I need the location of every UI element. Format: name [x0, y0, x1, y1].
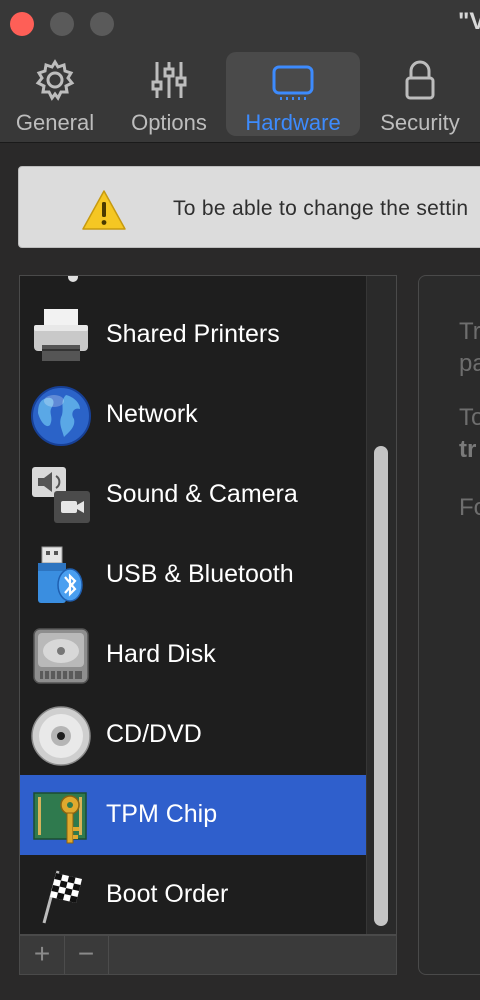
tab-hardware[interactable]: Hardware — [226, 52, 360, 136]
detail-text-line: To — [459, 404, 480, 431]
usb-bluetooth-icon — [38, 546, 83, 603]
hardware-icon — [272, 65, 314, 100]
gear-icon — [35, 59, 75, 101]
device-item-network[interactable]: Network — [20, 375, 366, 455]
tab-security-label: Security — [380, 110, 460, 135]
minimize-window-button[interactable] — [50, 12, 74, 36]
device-detail-panel: Tr pa To tr Fo — [418, 275, 480, 975]
detail-text-line: pa — [459, 350, 480, 377]
tab-general-label: General — [15, 110, 95, 135]
device-item-sound-camera[interactable]: Sound & Camera — [20, 455, 366, 535]
tab-general[interactable]: General — [2, 52, 108, 136]
zoom-window-button[interactable] — [90, 12, 114, 36]
printer-icon — [34, 309, 88, 361]
hard-disk-icon — [33, 628, 89, 684]
device-item-usb-bluetooth[interactable]: USB & Bluetooth — [20, 535, 366, 615]
sliders-icon — [151, 62, 187, 98]
sound-camera-icon — [32, 467, 90, 523]
device-list-footer: + − — [19, 935, 397, 975]
device-item-label: Boot Order — [106, 880, 229, 908]
device-item-label: CD/DVD — [106, 720, 202, 748]
device-item-label: USB & Bluetooth — [106, 560, 294, 588]
device-item-cd-dvd[interactable]: CD/DVD — [20, 695, 366, 775]
device-item-label: Shared Printers — [106, 320, 280, 348]
warning-icon — [82, 190, 126, 230]
detail-text-line: Fo — [459, 494, 480, 521]
close-window-button[interactable] — [10, 12, 34, 36]
detail-text-line: tr — [459, 436, 477, 463]
tab-options[interactable]: Options — [118, 52, 220, 136]
checkered-flag-icon — [42, 870, 82, 924]
device-item-label: TPM Chip — [106, 800, 218, 828]
device-list: Shared Printers Network Sound & Camera U… — [19, 275, 397, 935]
device-item-label: Network — [106, 400, 198, 428]
scrollbar-thumb[interactable] — [374, 446, 388, 926]
device-item-tpm-chip[interactable]: TPM Chip — [20, 775, 366, 855]
lock-warning-banner: To be able to change the settin — [18, 166, 480, 248]
tab-security[interactable]: Security — [370, 52, 470, 136]
device-item-label: Hard Disk — [106, 640, 216, 668]
device-item-hard-disk[interactable]: Hard Disk — [20, 615, 366, 695]
title-bar: "V General Options Hardware Security — [0, 0, 480, 143]
add-device-button[interactable]: + — [20, 936, 65, 974]
banner-text: To be able to change the settin — [173, 197, 469, 220]
detail-text-line: Tr — [459, 318, 480, 345]
scrolled-item-fragment — [68, 276, 78, 282]
device-item-shared-printers[interactable]: Shared Printers — [20, 295, 366, 375]
device-item-boot-order[interactable]: Boot Order — [20, 855, 366, 934]
window-title: "V — [458, 8, 480, 35]
device-list-scrollbar[interactable] — [366, 276, 396, 934]
tpm-chip-icon — [33, 792, 87, 844]
device-item-label: Sound & Camera — [106, 480, 298, 508]
remove-device-button[interactable]: − — [64, 936, 109, 974]
cd-dvd-icon — [31, 706, 91, 766]
lock-icon — [405, 60, 435, 100]
tab-hardware-label: Hardware — [245, 110, 341, 135]
globe-icon — [31, 386, 91, 446]
tab-options-label: Options — [131, 110, 207, 135]
